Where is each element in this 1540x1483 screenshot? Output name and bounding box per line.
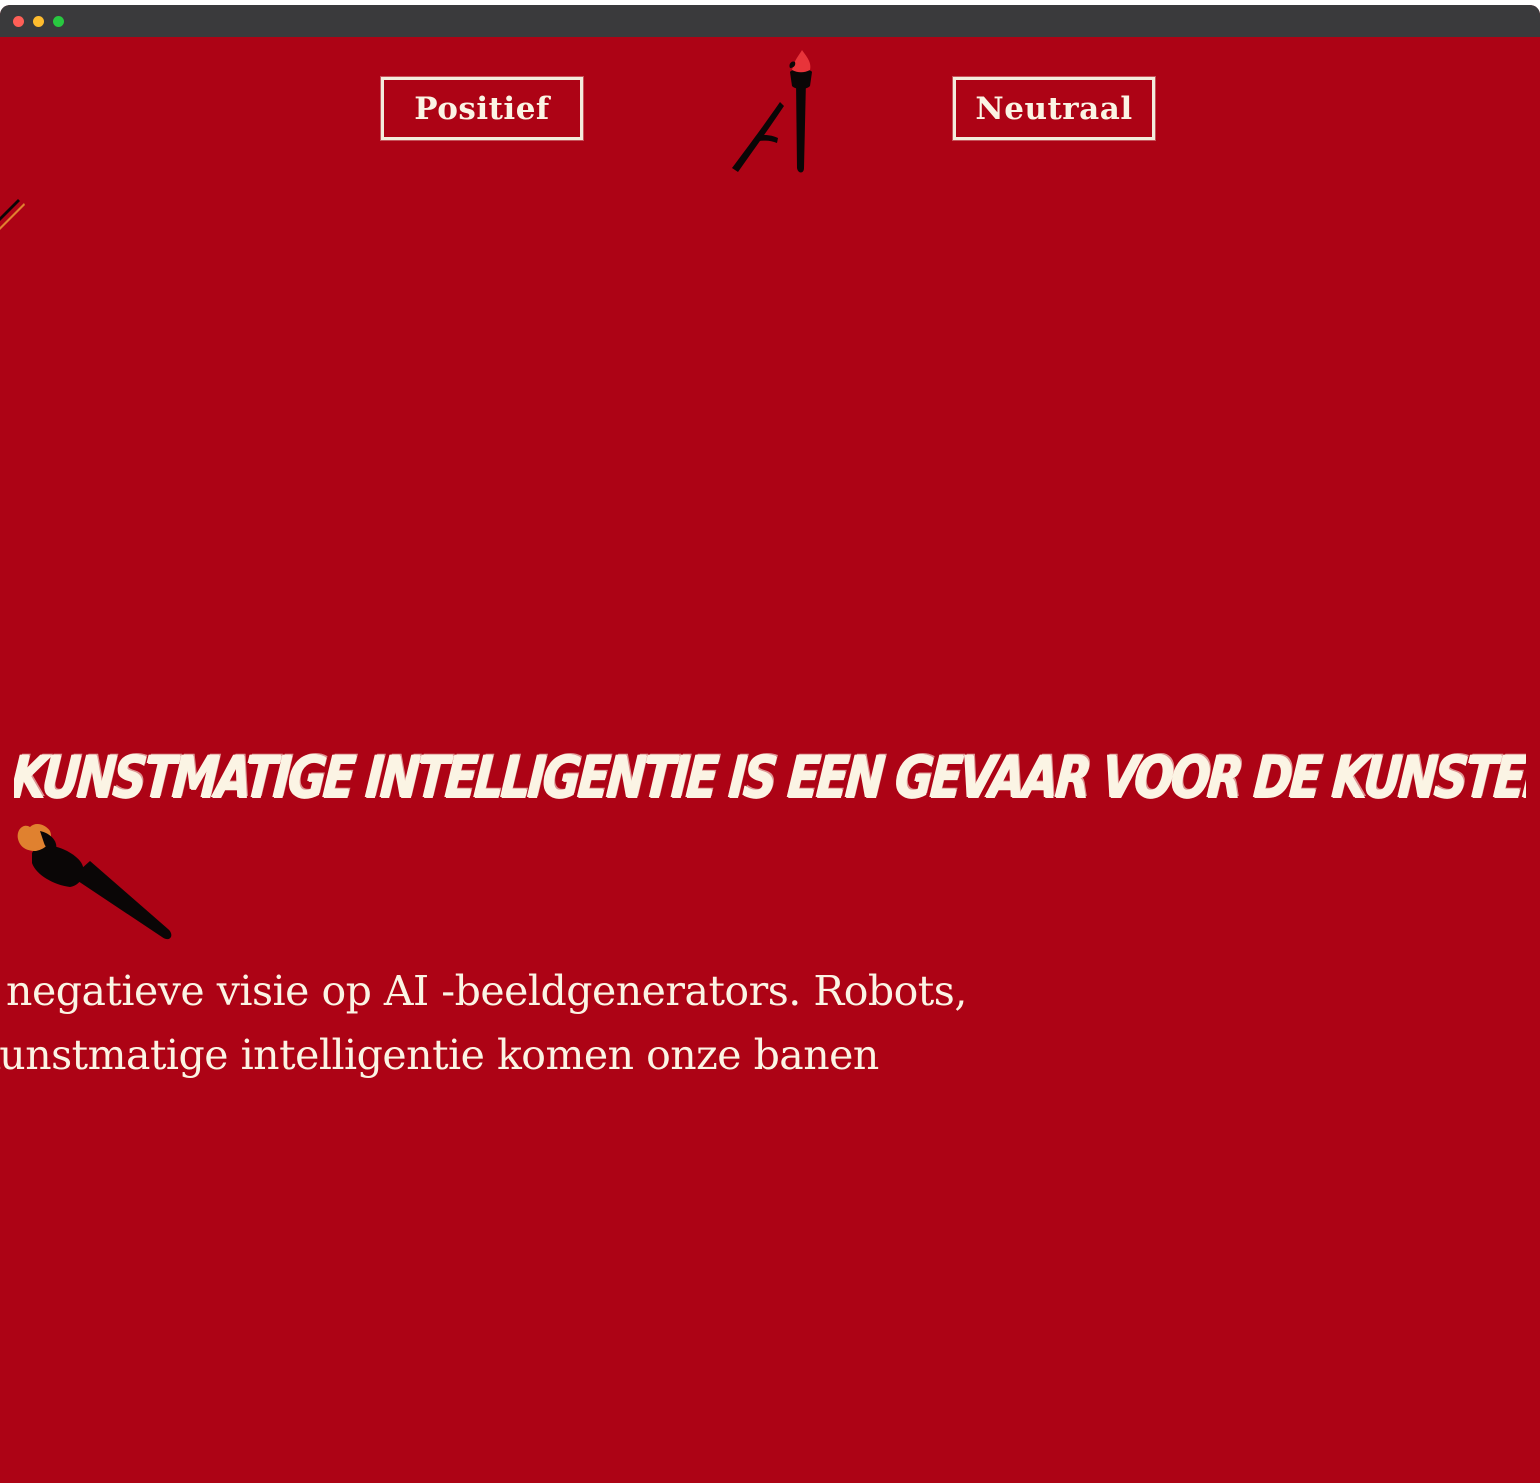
hero-headline-container: KUNSTMATIGE INTELLIGENTIE IS EEN GEVAAR …: [14, 727, 1526, 837]
hero-body-text: m bij de negatieve visie op AI -beeldgen…: [0, 959, 1230, 1087]
nav-neutraal-button[interactable]: Neutraal: [953, 77, 1155, 140]
paintbrush-icon: [17, 824, 172, 940]
maximize-window-button[interactable]: [53, 16, 64, 27]
ai-paintbrush-logo-icon[interactable]: [722, 50, 822, 178]
body-line-2: nes en kunstmatige intelligentie komen o…: [0, 1031, 879, 1079]
minimize-window-button[interactable]: [33, 16, 44, 27]
body-line-1: m bij de negatieve visie op AI -beeldgen…: [0, 967, 967, 1015]
browser-window: Positief Neutraal KUNSTMATIGE INTELLIGEN…: [0, 5, 1540, 1483]
nav-positief-button[interactable]: Positief: [381, 77, 583, 140]
hero-headline: KUNSTMATIGE INTELLIGENTIE IS EEN GEVAAR …: [14, 743, 1526, 811]
close-window-button[interactable]: [13, 16, 24, 27]
page-viewport: Positief Neutraal KUNSTMATIGE INTELLIGEN…: [0, 37, 1540, 1483]
window-titlebar: [0, 5, 1540, 37]
brush-stroke-decoration: [0, 199, 25, 230]
